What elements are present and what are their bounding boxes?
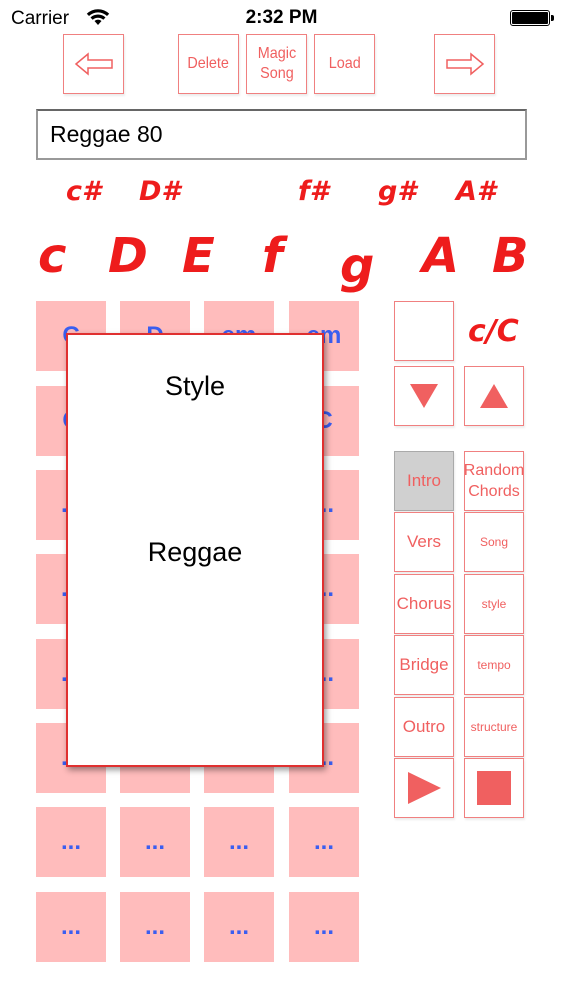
delete-label: Delete <box>187 55 230 72</box>
key-c[interactable]: c <box>38 228 66 284</box>
previous-button[interactable] <box>63 34 124 94</box>
stop-button[interactable] <box>464 758 524 818</box>
arrow-left-icon <box>74 52 113 76</box>
clock: 2:32 PM <box>245 7 318 28</box>
random-chords-button[interactable]: Random Chords <box>464 451 524 511</box>
battery-icon <box>510 10 554 26</box>
bridge-button[interactable]: Bridge <box>394 635 454 695</box>
triangle-down-icon <box>410 384 438 408</box>
chord-cell[interactable]: ... <box>120 892 190 962</box>
play-button[interactable] <box>394 758 454 818</box>
magic-song-button[interactable]: Magic Song <box>246 34 307 94</box>
structure-button[interactable]: structure <box>464 697 524 757</box>
transpose-up-button[interactable] <box>464 366 524 426</box>
outro-label: Outro <box>402 717 446 736</box>
chorus-button[interactable]: Chorus <box>394 574 454 634</box>
case-toggle[interactable]: c/C <box>468 314 519 349</box>
tempo-button[interactable]: tempo <box>464 635 524 695</box>
key-a-sharp[interactable]: A# <box>456 176 496 207</box>
chord-cell[interactable]: ... <box>36 892 106 962</box>
key-d[interactable]: D <box>108 228 148 284</box>
key-g-sharp[interactable]: g# <box>378 176 416 207</box>
transpose-down-button[interactable] <box>394 366 454 426</box>
chord-cell[interactable]: ... <box>36 807 106 877</box>
stop-icon <box>477 771 511 805</box>
key-d-sharp[interactable]: D# <box>139 176 180 207</box>
style-button[interactable]: style <box>464 574 524 634</box>
song-name-value: Reggae 80 <box>50 121 163 147</box>
chord-cell[interactable]: ... <box>204 807 274 877</box>
intro-button[interactable]: Intro <box>394 451 454 511</box>
arrow-right-icon <box>445 52 484 76</box>
key-g[interactable]: g <box>340 238 374 294</box>
triangle-up-icon <box>480 384 508 408</box>
chord-cell[interactable]: ... <box>204 892 274 962</box>
vers-button[interactable]: Vers <box>394 512 454 572</box>
style-picker-popup[interactable]: Style Reggae <box>66 333 324 767</box>
blank-button[interactable] <box>394 301 454 361</box>
load-label: Load <box>328 55 361 72</box>
chord-cell[interactable]: ... <box>289 807 359 877</box>
next-button[interactable] <box>434 34 495 94</box>
song-button[interactable]: Song <box>464 512 524 572</box>
play-icon <box>408 772 441 804</box>
song-label: Song <box>479 535 509 549</box>
status-bar: Carrier 2:32 PM <box>0 0 563 38</box>
vers-label: Vers <box>406 532 442 551</box>
delete-button[interactable]: Delete <box>178 34 239 94</box>
popup-title: Style <box>164 371 226 401</box>
key-b[interactable]: B <box>492 228 529 284</box>
key-e[interactable]: E <box>182 228 215 284</box>
key-f[interactable]: f <box>262 228 283 284</box>
chord-cell[interactable]: ... <box>120 807 190 877</box>
key-f-sharp[interactable]: f# <box>298 176 329 207</box>
popup-selected-value[interactable]: Reggae <box>68 537 322 568</box>
key-a[interactable]: A <box>422 228 459 284</box>
bridge-label: Bridge <box>399 655 449 674</box>
style-label: style <box>481 597 507 611</box>
tempo-label: tempo <box>477 658 511 672</box>
magic-song-label: Magic Song <box>257 45 296 82</box>
load-button[interactable]: Load <box>314 34 375 94</box>
chorus-label: Chorus <box>396 594 452 613</box>
key-c-sharp[interactable]: c# <box>66 176 101 207</box>
intro-label: Intro <box>406 471 442 490</box>
random-chords-label: Random Chords <box>463 462 525 500</box>
song-name-input[interactable]: Reggae 80 <box>36 109 527 160</box>
chord-cell[interactable]: ... <box>289 892 359 962</box>
outro-button[interactable]: Outro <box>394 697 454 757</box>
structure-label: structure <box>470 720 518 734</box>
